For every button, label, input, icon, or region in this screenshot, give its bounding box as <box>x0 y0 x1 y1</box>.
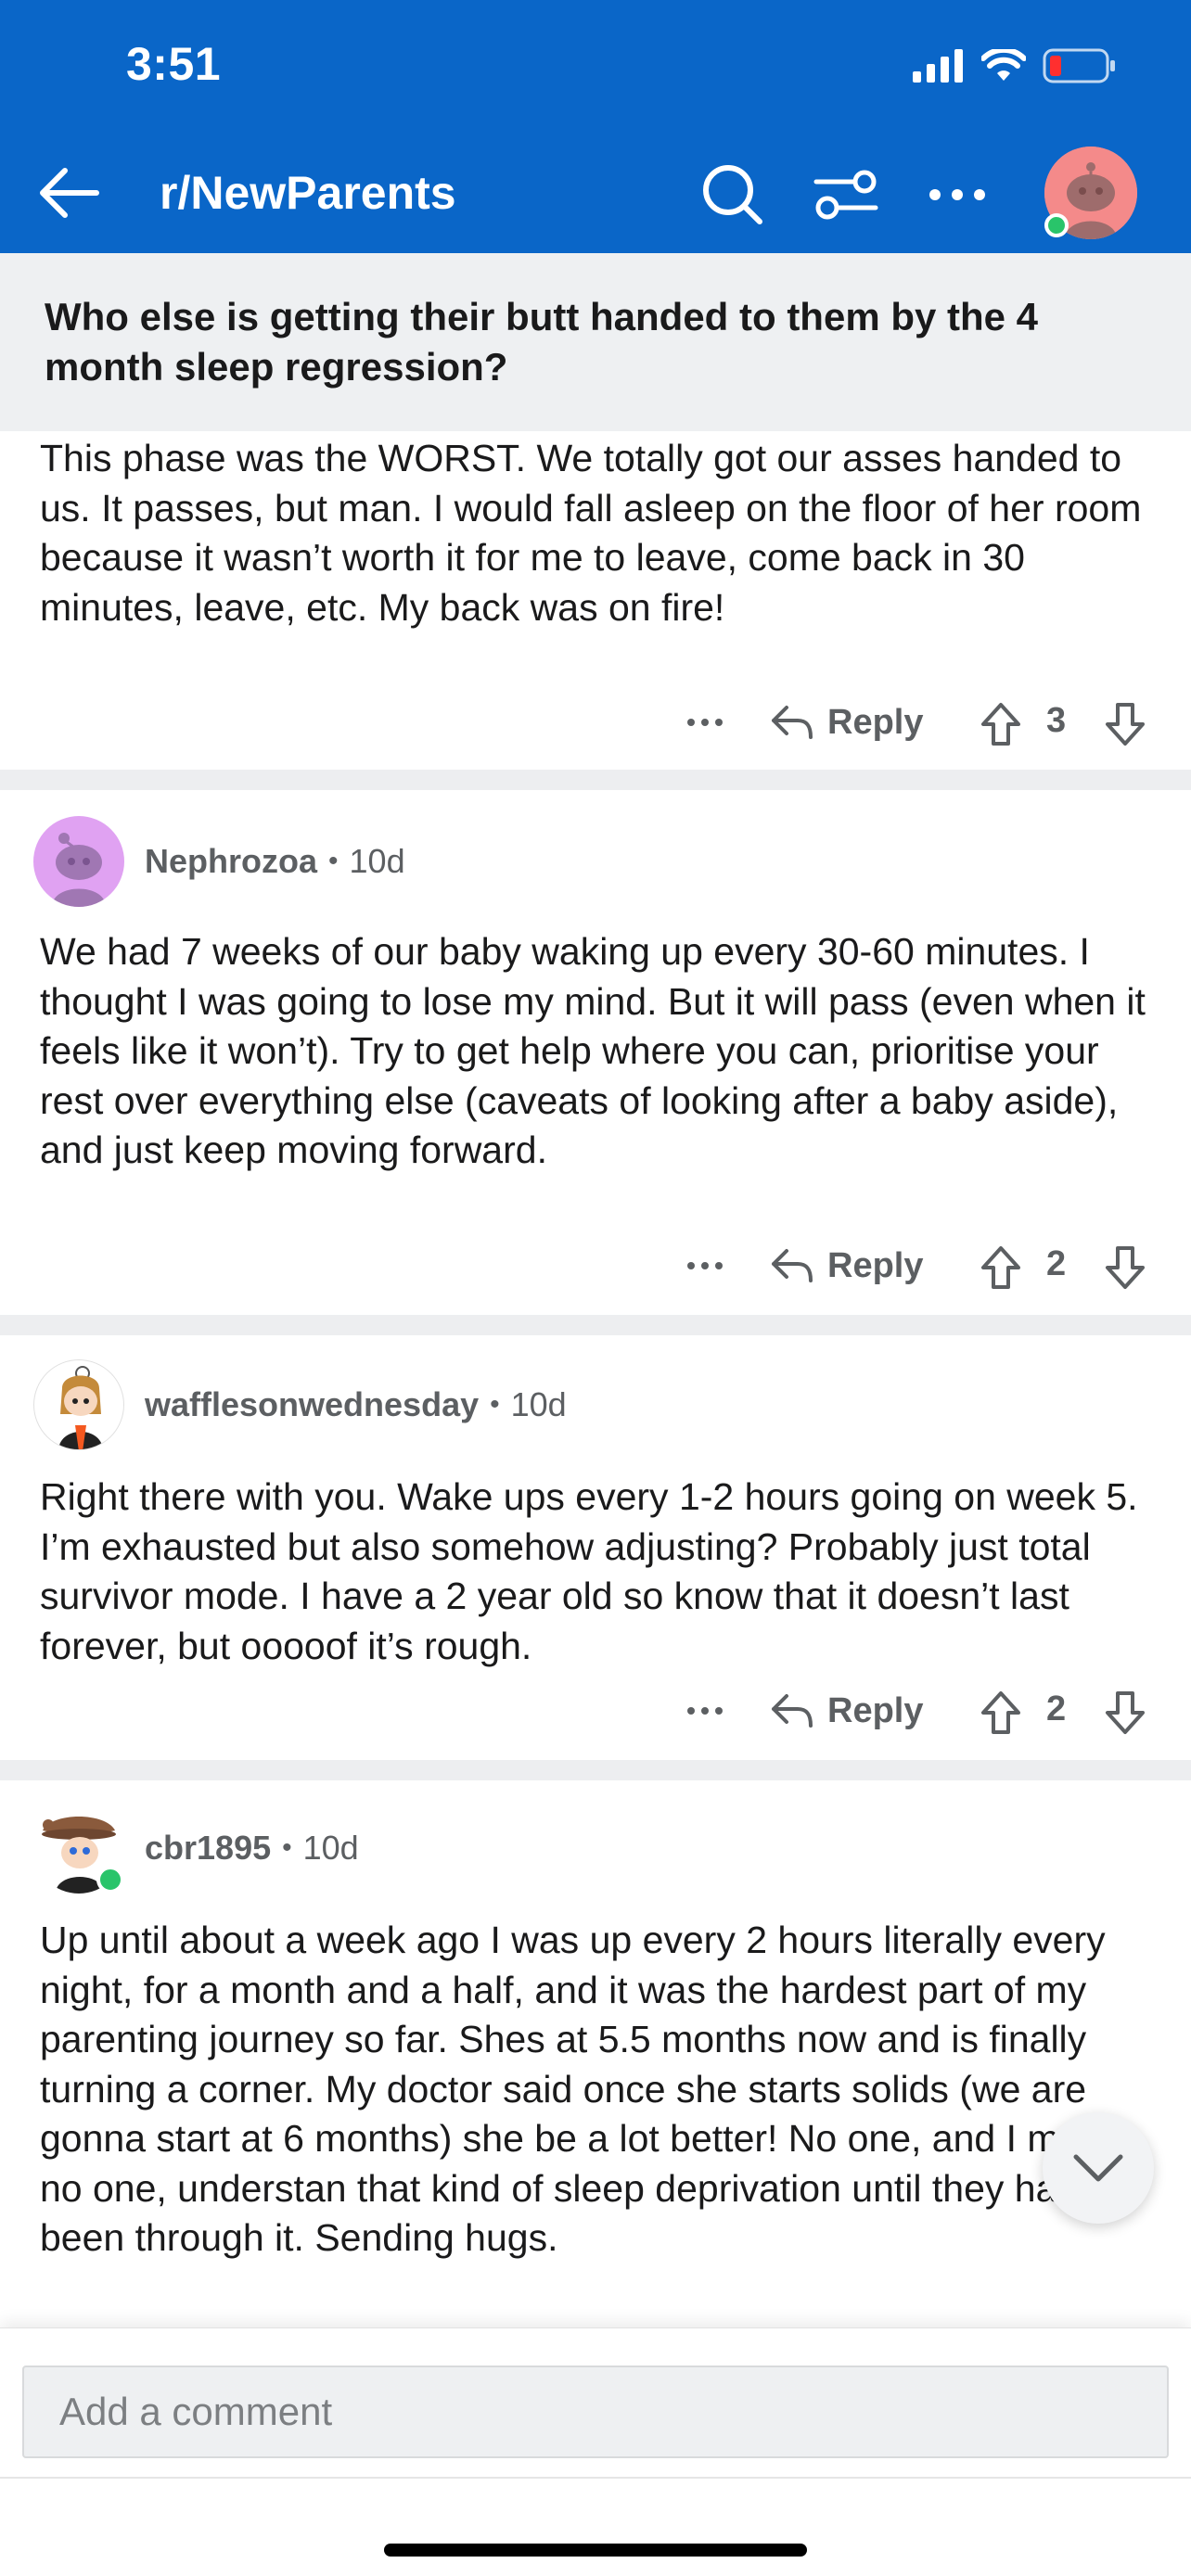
comment-body: Up until about a week ago I was up every… <box>40 1919 1122 2259</box>
more-horizontal-icon <box>687 1262 723 1269</box>
post-title: Who else is getting their butt handed to… <box>45 295 1039 389</box>
more-horizontal-icon <box>687 1707 723 1715</box>
status-icons <box>913 45 1117 87</box>
post-header[interactable]: Who else is getting their butt handed to… <box>0 253 1191 431</box>
downvote-button[interactable] <box>1100 1688 1150 1738</box>
back-button[interactable] <box>33 158 104 228</box>
more-horizontal-icon <box>687 719 723 726</box>
snoo-avatar-icon <box>58 1366 103 1449</box>
comment-more-button[interactable] <box>682 1243 728 1289</box>
upvote-button[interactable] <box>976 699 1026 749</box>
reply-label: Reply <box>827 702 924 742</box>
comment-body: We had 7 weeks of our baby waking up eve… <box>40 930 1146 1171</box>
overflow-menu-button[interactable] <box>920 158 994 232</box>
cellular-signal-icon <box>913 49 963 83</box>
vote-count: 2 <box>1046 1690 1067 1728</box>
wifi-icon <box>981 49 1026 81</box>
back-arrow-icon <box>40 168 99 218</box>
reply-label: Reply <box>827 1690 924 1730</box>
search-button[interactable] <box>696 158 770 232</box>
comment-body: This phase was the WORST. We totally got… <box>40 437 1142 629</box>
reply-arrow-icon <box>772 1249 813 1282</box>
comment-actions: Reply 3 <box>0 690 1191 755</box>
comment-avatar[interactable] <box>33 1359 124 1450</box>
downvote-arrow-icon <box>1106 703 1145 746</box>
meta-separator: • <box>282 1832 292 1863</box>
comment-divider <box>0 1315 1191 1335</box>
comment-composer <box>0 2327 1191 2576</box>
home-indicator[interactable] <box>384 2544 807 2557</box>
reply-button[interactable]: Reply <box>770 1233 923 1298</box>
comment-divider <box>0 770 1191 790</box>
comment-username[interactable]: Nephrozoa <box>145 842 317 881</box>
downvote-arrow-icon <box>1106 1691 1145 1734</box>
meta-separator: • <box>490 1389 500 1420</box>
downvote-button[interactable] <box>1100 1243 1150 1293</box>
upvote-button[interactable] <box>976 1688 1026 1738</box>
comment-meta: Nephrozoa • 10d <box>145 838 405 885</box>
comment-divider <box>0 1760 1191 1780</box>
comment-more-button[interactable] <box>682 1688 728 1734</box>
downvote-arrow-icon <box>1106 1246 1145 1289</box>
reply-arrow-icon <box>772 1694 813 1728</box>
app-bar: 3:51 r/NewParents <box>0 0 1191 253</box>
more-horizontal-icon <box>929 189 985 200</box>
downvote-button[interactable] <box>1100 699 1150 749</box>
battery-icon <box>1043 48 1115 83</box>
chevron-down-icon <box>1073 2154 1123 2182</box>
vote-count: 3 <box>1046 701 1067 740</box>
subreddit-title[interactable]: r/NewParents <box>160 165 456 221</box>
online-status-dot <box>96 1866 124 1894</box>
comment-actions: Reply 2 <box>0 1678 1191 1743</box>
search-icon <box>703 165 762 224</box>
reply-button[interactable]: Reply <box>770 690 923 755</box>
upvote-arrow-icon <box>981 1691 1020 1734</box>
comment-more-button[interactable] <box>682 699 728 746</box>
online-status-dot <box>1044 213 1069 237</box>
upvote-button[interactable] <box>976 1243 1026 1293</box>
nav-row: r/NewParents <box>0 147 1191 239</box>
comment-meta: wafflesonwednesday • 10d <box>145 1382 567 1428</box>
status-time: 3:51 <box>126 38 222 90</box>
meta-separator: • <box>328 846 339 876</box>
comment-actions: Reply 2 <box>0 1233 1191 1298</box>
scroll-to-next-button[interactable] <box>1043 2112 1154 2224</box>
comment-username[interactable]: wafflesonwednesday <box>145 1385 479 1424</box>
upvote-arrow-icon <box>981 703 1020 746</box>
upvote-arrow-icon <box>981 1246 1020 1289</box>
vote-count: 2 <box>1046 1244 1067 1283</box>
sort-filter-button[interactable] <box>809 158 883 232</box>
comment-avatar[interactable] <box>33 816 124 907</box>
comment-body: Right there with you. Wake ups every 1-2… <box>40 1475 1138 1667</box>
reply-label: Reply <box>827 1245 924 1285</box>
composer-divider <box>0 2477 1191 2479</box>
comment-age: 10d <box>510 1385 567 1423</box>
comment-username[interactable]: cbr1895 <box>145 1829 271 1868</box>
snoo-avatar-icon <box>52 833 106 907</box>
comment-age: 10d <box>349 842 405 880</box>
reply-arrow-icon <box>772 706 813 739</box>
filter-sliders-icon <box>813 170 878 220</box>
add-comment-input[interactable] <box>22 2366 1169 2458</box>
reply-button[interactable]: Reply <box>770 1678 923 1743</box>
comment-meta: cbr1895 • 10d <box>145 1825 359 1871</box>
comment-age: 10d <box>302 1829 359 1867</box>
